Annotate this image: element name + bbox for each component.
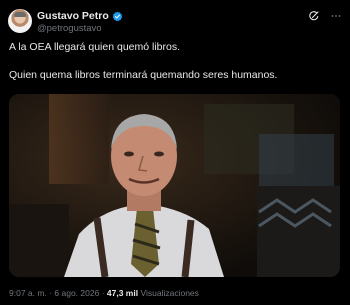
tweet-text-line: A la OEA llegará quien quemó libros. [9, 41, 181, 53]
tweet-meta: 9:07 a. m. · 6 ago. 2026 · 47,3 mil Visu… [9, 288, 199, 298]
top-actions [308, 10, 342, 22]
grok-icon[interactable] [308, 10, 320, 22]
author-handle[interactable]: @petrogustavo [37, 23, 102, 34]
author-display-name[interactable]: Gustavo Petro [37, 10, 109, 22]
meta-separator: · [49, 288, 53, 298]
more-options-icon[interactable] [330, 10, 342, 22]
video-frame [9, 94, 340, 277]
tweet-text-line: Quien quema libros terminará quemando se… [9, 69, 278, 81]
avatar[interactable] [8, 9, 32, 33]
tweet-date[interactable]: 6 ago. 2026 [54, 288, 99, 298]
video-media[interactable] [9, 94, 340, 277]
tweet-text: A la OEA llegará quien quemó libros. Qui… [9, 41, 341, 97]
verified-badge-icon [112, 11, 123, 21]
meta-separator: · [101, 288, 105, 298]
tweet-time[interactable]: 9:07 a. m. [9, 288, 47, 298]
views-label: Visualizaciones [140, 288, 199, 298]
tweet-card: Gustavo Petro @petrogustavo A la OEA lle… [0, 0, 350, 305]
author-name-row: Gustavo Petro [37, 10, 123, 22]
views-count: 47,3 mil [106, 288, 139, 298]
